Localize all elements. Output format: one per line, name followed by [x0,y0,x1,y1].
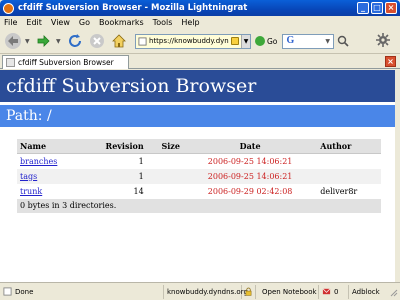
home-icon [112,34,126,48]
status-bar: Done knowbuddy.dyndns.org Open Notebook … [0,282,400,300]
status-done: Done [0,284,164,299]
menu-bookmarks[interactable]: Bookmarks [99,18,144,27]
menu-view[interactable]: View [51,18,70,27]
search-engine-dropdown-icon[interactable]: ▼ [325,38,333,45]
status-text: Done [15,287,34,296]
url-text[interactable]: https://knowbuddy.dyndn [149,37,229,45]
directory-link-tags[interactable]: tags [20,172,37,181]
menu-help[interactable]: Help [181,18,199,27]
date-cell: 2006-09-29 02:42:08 [207,186,293,196]
notebook-label: Open Notebook [262,287,317,296]
tab-label: cfdiff Subversion Browser [18,58,114,67]
column-date: Date [182,139,318,154]
go-label: Go [267,36,278,46]
table-row: tags 1 2006-09-25 14:06:21 [17,168,381,184]
size-cell [146,168,183,184]
lock-icon[interactable] [231,37,239,45]
path-heading: Path: / [0,105,395,127]
menu-file[interactable]: File [4,18,17,27]
menu-edit[interactable]: Edit [26,18,42,27]
window-controls: _ □ × [357,2,397,14]
column-revision: Revision [81,139,147,154]
stop-icon [90,34,104,48]
window-title-bar[interactable]: cfdiff Subversion Browser - Mozilla Ligh… [0,0,400,16]
reload-icon [69,34,81,47]
open-notebook-button[interactable]: Open Notebook [256,284,319,299]
table-header-row: Name Revision Size Date Author [17,139,381,154]
stop-button[interactable] [87,31,107,51]
summary-text: 0 bytes in 3 directories. [17,198,381,213]
google-logo-icon: G [286,35,295,46]
size-cell [147,184,183,199]
date-cell: 2006-09-25 14:06:21 [182,168,318,184]
directory-table: Name Revision Size Date Author branches … [17,139,381,213]
close-tab-icon[interactable]: × [385,56,396,67]
directory-link-branches[interactable]: branches [20,157,57,166]
page-status-icon [3,287,12,296]
close-button[interactable]: × [385,2,397,14]
search-button[interactable] [337,35,349,47]
resize-grip-icon[interactable] [388,287,398,297]
status-lock[interactable] [242,284,256,299]
page-content: cfdiff Subversion Browser Path: / Name R… [0,70,395,282]
column-size: Size [146,139,183,154]
search-input[interactable]: G ▼ [282,33,335,49]
table-row: trunk 14 2006-09-29 02:42:08 deliver8r [17,184,381,199]
page-title: cfdiff Subversion Browser [0,70,395,102]
menu-tools[interactable]: Tools [153,18,173,27]
home-button[interactable] [109,31,129,51]
size-cell [147,154,183,169]
window-title: cfdiff Subversion Browser - Mozilla Ligh… [18,3,248,13]
go-arrow-icon [255,36,265,46]
author-cell [317,168,381,184]
revision-cell: 1 [81,168,147,184]
author-cell: deliver8r [320,186,358,196]
menu-bar: File Edit View Go Bookmarks Tools Help [0,16,400,29]
tab-favicon-icon [6,58,15,67]
maximize-button[interactable]: □ [371,2,383,14]
url-bar[interactable]: https://knowbuddy.dyndn ▼ [135,33,251,49]
mail-indicator[interactable]: 0 [319,284,349,299]
vertical-scrollbar[interactable] [395,70,400,282]
date-cell: 2006-09-25 14:06:21 [207,156,293,166]
forward-arrow-icon [37,35,50,47]
back-dropdown-icon[interactable]: ▼ [25,38,32,45]
browser-logo-icon [3,2,14,14]
summary-row: 0 bytes in 3 directories. [17,198,381,213]
adblock-button[interactable]: Adblock [349,285,387,299]
tab-bar: cfdiff Subversion Browser × [0,54,400,69]
padlock-icon [245,287,252,296]
reload-button[interactable] [65,31,85,51]
go-button[interactable]: Go [255,36,277,46]
back-arrow-icon [5,33,21,49]
gear-icon[interactable] [376,33,390,47]
page-favicon-icon [138,36,147,46]
author-cell [317,154,381,169]
mail-icon [322,288,331,295]
column-author: Author [317,139,381,154]
revision-cell: 14 [133,186,144,196]
url-dropdown-icon[interactable]: ▼ [241,34,250,48]
forward-dropdown-icon[interactable]: ▼ [56,38,63,45]
back-button[interactable] [3,31,23,51]
tab-cfdiff[interactable]: cfdiff Subversion Browser [2,55,129,69]
forward-button[interactable] [34,31,54,51]
minimize-button[interactable]: _ [357,2,369,14]
column-name: Name [17,139,82,154]
navigation-toolbar: ▼ ▼ https://knowbuddy.dyndn ▼ Go G ▼ [0,29,400,54]
mail-count: 0 [334,287,339,296]
revision-cell: 1 [138,156,144,166]
directory-link-trunk[interactable]: trunk [20,187,42,196]
menu-go[interactable]: Go [79,18,90,27]
table-row: branches 1 2006-09-25 14:06:21 [17,154,381,169]
status-host: knowbuddy.dyndns.org [164,284,248,299]
